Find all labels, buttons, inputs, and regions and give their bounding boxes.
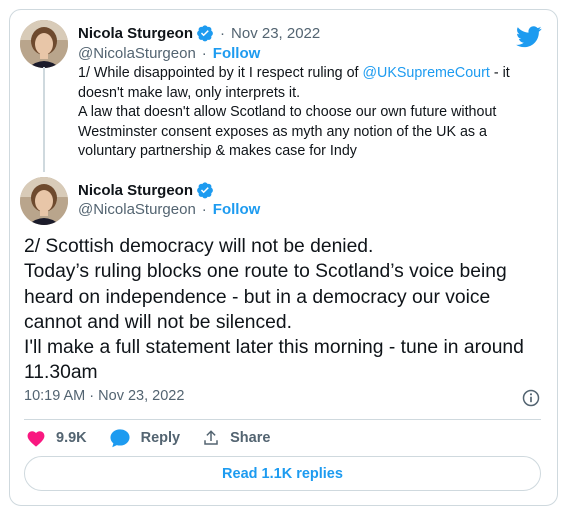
mention-link[interactable]: @UKSupremeCourt [363,65,490,81]
author-name[interactable]: Nicola Sturgeon [78,182,193,199]
info-icon[interactable] [521,388,541,408]
share-icon [204,430,218,445]
tweet-text-part: A law that doesn't allow Scotland to cho… [78,104,497,159]
verified-badge-icon [197,182,213,199]
author-handle[interactable]: @NicolaSturgeon [78,201,196,218]
tweet-text-line: Today’s ruling blocks one route to Scotl… [24,261,507,333]
like-count: 9.9K [56,430,87,446]
author-name[interactable]: Nicola Sturgeon [78,25,193,42]
share-label: Share [230,430,271,446]
follow-button[interactable]: Follow [213,45,261,62]
verified-badge-icon [197,25,213,42]
separator-dot: · [220,24,226,42]
tweet-text-part: 1/ While disappointed by it I respect ru… [78,65,363,81]
tweet-text-line: 2/ Scottish democracy will not be denied… [24,236,374,257]
follow-button[interactable]: Follow [213,201,261,218]
action-bar: 9.9K Reply Share [26,428,292,448]
twitter-bird-icon[interactable] [516,26,542,48]
tweet-timestamp[interactable]: 10:19 AM · Nov 23, 2022 [24,388,184,404]
separator-dot: · [201,45,207,62]
tweet-date[interactable]: Nov 23, 2022 [231,25,320,42]
tweet-text: 2/ Scottish democracy will not be denied… [24,234,539,386]
heart-icon [27,431,45,447]
separator-dot: · [89,388,99,404]
reply-button[interactable]: Reply [109,428,181,448]
tweet-date[interactable]: Nov 23, 2022 [98,388,184,404]
tweet-text: 1/ While disappointed by it I respect ru… [78,64,538,162]
separator-dot: · [201,201,207,218]
tweet-text-line: I'll make a full statement later this mo… [24,337,524,384]
share-button[interactable]: Share [202,429,270,447]
avatar[interactable] [20,177,68,225]
like-button[interactable]: 9.9K [26,429,87,447]
divider [24,419,541,420]
author-handle[interactable]: @NicolaSturgeon [78,45,196,62]
tweet-time[interactable]: 10:19 AM [24,388,85,404]
read-replies-button[interactable]: Read 1.1K replies [24,456,541,491]
reply-label: Reply [140,430,181,446]
thread-line [43,67,45,172]
avatar[interactable] [20,20,68,68]
reply-bubble-icon [110,429,130,448]
